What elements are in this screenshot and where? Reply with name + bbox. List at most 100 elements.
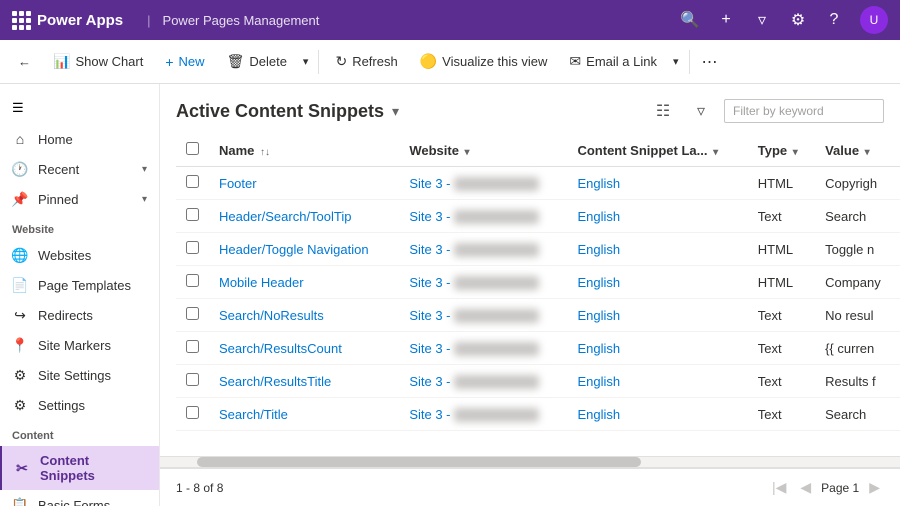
row-checkbox-cell[interactable] [176, 365, 209, 398]
website-link[interactable]: Site 3 - [409, 407, 450, 422]
sidebar-item-recent[interactable]: 🕐 Recent ▾ [0, 154, 159, 184]
filter-input[interactable] [724, 99, 884, 123]
row-checkbox-cell[interactable] [176, 233, 209, 266]
language-link[interactable]: English [577, 176, 620, 191]
new-button[interactable]: + New [155, 49, 214, 75]
row-checkbox[interactable] [186, 373, 199, 386]
row-checkbox-cell[interactable] [176, 398, 209, 431]
sidebar-item-page-templates[interactable]: 📄 Page Templates [0, 270, 159, 300]
waffle-menu[interactable] [12, 11, 37, 30]
show-chart-button[interactable]: 📊 Show Chart [43, 48, 153, 75]
row-checkbox-cell[interactable] [176, 332, 209, 365]
row-checkbox-cell[interactable] [176, 299, 209, 332]
row-type: HTML [748, 233, 815, 266]
name-link[interactable]: Search/ResultsCount [219, 341, 342, 356]
view-title-chevron-icon[interactable]: ▾ [392, 103, 399, 120]
content-table: Name ↑↓ Website ▾ Content Snippet La... … [176, 134, 900, 431]
email-link-button[interactable]: ✉ Email a Link [559, 48, 667, 75]
name-link[interactable]: Search/Title [219, 407, 288, 422]
row-checkbox[interactable] [186, 406, 199, 419]
sidebar-item-content-snippets[interactable]: ✂ Content Snippets [0, 446, 159, 490]
pinned-chevron-icon: ▾ [142, 194, 147, 205]
avatar[interactable]: U [860, 6, 888, 34]
next-page-button[interactable]: ▶ [865, 477, 884, 498]
visualize-button[interactable]: 🟡 Visualize this view [410, 48, 558, 75]
grid-view-button[interactable]: ☷ [648, 96, 678, 126]
settings-icon: ⚙ [12, 397, 28, 413]
search-icon[interactable]: 🔍 [680, 10, 700, 30]
sidebar-item-pinned[interactable]: 📌 Pinned ▾ [0, 184, 159, 214]
row-name: Search/ResultsTitle [209, 365, 399, 398]
refresh-button[interactable]: ↻ Refresh [325, 48, 407, 75]
column-type[interactable]: Type ▾ [748, 134, 815, 167]
sidebar-item-basic-forms[interactable]: 📋 Basic Forms [0, 490, 159, 506]
name-link[interactable]: Header/Toggle Navigation [219, 242, 369, 257]
sidebar-item-site-markers[interactable]: 📍 Site Markers [0, 330, 159, 360]
help-icon[interactable]: ? [824, 10, 844, 30]
select-all-checkbox[interactable] [176, 134, 209, 167]
row-value: Search [815, 200, 900, 233]
website-link[interactable]: Site 3 - [409, 341, 450, 356]
row-checkbox[interactable] [186, 175, 199, 188]
website-link[interactable]: Site 3 - [409, 374, 450, 389]
more-button[interactable]: ⋯ [696, 47, 724, 77]
delete-icon: 🗑 [227, 53, 245, 70]
column-value[interactable]: Value ▾ [815, 134, 900, 167]
row-type: Text [748, 398, 815, 431]
language-link[interactable]: English [577, 341, 620, 356]
row-checkbox[interactable] [186, 274, 199, 287]
row-website: Site 3 - ██████████ [399, 167, 567, 200]
row-checkbox-cell[interactable] [176, 200, 209, 233]
sidebar-item-site-settings[interactable]: ⚙ Site Settings [0, 360, 159, 390]
language-link[interactable]: English [577, 308, 620, 323]
plus-icon[interactable]: + [716, 10, 736, 30]
table-row: Search/ResultsTitle Site 3 - ██████████ … [176, 365, 900, 398]
website-sort-icon: ▾ [465, 147, 470, 158]
row-checkbox-cell[interactable] [176, 167, 209, 200]
delete-chevron[interactable]: ▾ [299, 50, 313, 73]
email-chevron[interactable]: ▾ [669, 50, 683, 73]
filter-view-button[interactable]: ▿ [686, 96, 716, 126]
row-checkbox[interactable] [186, 241, 199, 254]
row-checkbox-cell[interactable] [176, 266, 209, 299]
name-link[interactable]: Footer [219, 176, 257, 191]
settings-icon[interactable]: ⚙ [788, 10, 808, 30]
language-link[interactable]: English [577, 242, 620, 257]
column-website[interactable]: Website ▾ [399, 134, 567, 167]
row-checkbox[interactable] [186, 340, 199, 353]
column-name[interactable]: Name ↑↓ [209, 134, 399, 167]
language-link[interactable]: English [577, 209, 620, 224]
content-snippets-icon: ✂ [14, 460, 30, 476]
name-link[interactable]: Search/ResultsTitle [219, 374, 331, 389]
language-link[interactable]: English [577, 374, 620, 389]
sidebar-item-websites[interactable]: 🌐 Websites [0, 240, 159, 270]
horizontal-scrollbar[interactable] [160, 456, 900, 468]
row-language: English [567, 167, 747, 200]
sidebar-item-settings[interactable]: ⚙ Settings [0, 390, 159, 420]
website-link[interactable]: Site 3 - [409, 275, 450, 290]
filter-icon[interactable]: ▿ [752, 10, 772, 30]
sidebar-item-home[interactable]: ⌂ Home [0, 124, 159, 154]
name-link[interactable]: Search/NoResults [219, 308, 324, 323]
website-link[interactable]: Site 3 - [409, 308, 450, 323]
first-page-button[interactable]: |◀ [768, 477, 790, 498]
delete-button[interactable]: 🗑 Delete [217, 48, 297, 75]
website-link[interactable]: Site 3 - [409, 176, 450, 191]
language-link[interactable]: English [577, 407, 620, 422]
website-link[interactable]: Site 3 - [409, 242, 450, 257]
row-name: Search/Title [209, 398, 399, 431]
column-snippet-language[interactable]: Content Snippet La... ▾ [567, 134, 747, 167]
language-link[interactable]: English [577, 275, 620, 290]
name-link[interactable]: Header/Search/ToolTip [219, 209, 351, 224]
header-checkbox[interactable] [186, 142, 199, 155]
prev-page-button[interactable]: ◀ [796, 477, 815, 498]
name-link[interactable]: Mobile Header [219, 275, 304, 290]
row-checkbox[interactable] [186, 208, 199, 221]
scroll-thumb[interactable] [197, 457, 641, 467]
sidebar-hamburger[interactable]: ☰ [0, 92, 159, 124]
back-button[interactable]: ← [8, 49, 41, 74]
sidebar-item-redirects[interactable]: ↪ Redirects [0, 300, 159, 330]
table-row: Footer Site 3 - ██████████ English HTML … [176, 167, 900, 200]
website-link[interactable]: Site 3 - [409, 209, 450, 224]
row-checkbox[interactable] [186, 307, 199, 320]
